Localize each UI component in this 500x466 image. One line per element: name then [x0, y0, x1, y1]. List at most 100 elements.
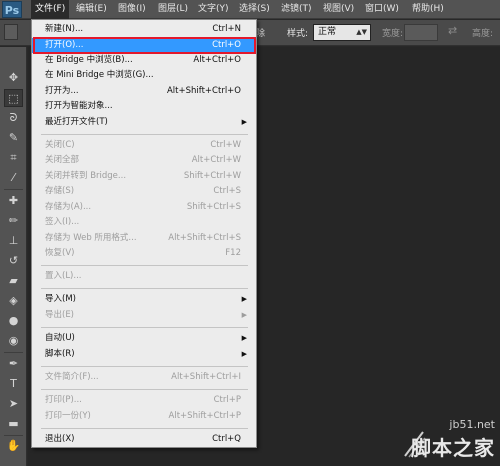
menu-item-label: 打印(P)... — [45, 395, 82, 405]
width-input[interactable] — [404, 24, 438, 41]
menu-item-label: 打印一份(Y) — [45, 411, 91, 421]
menu-item-scripts[interactable]: 脚本(R) ▶ — [32, 347, 256, 362]
antialias-label: 除 — [256, 29, 266, 39]
menu-item-label: 导入(M) — [45, 294, 76, 304]
menu-item-label: 关闭全部 — [45, 155, 80, 165]
file-menu-dropdown: 新建(N)... Ctrl+N 打开(O)... Ctrl+O 在 Bridge… — [31, 19, 257, 448]
clone-stamp-tool-icon[interactable]: ⊥ — [4, 232, 23, 250]
eyedropper-tool-icon[interactable]: ⁄ — [4, 169, 23, 187]
swap-dimensions-icon[interactable]: ⇄ — [448, 24, 457, 37]
menu-item-save-for-web[interactable]: 存储为 Web 所用格式... Alt+Shift+Ctrl+S — [32, 231, 256, 246]
menu-item-shortcut: Alt+Ctrl+W — [191, 155, 241, 165]
blur-tool-icon[interactable]: ● — [4, 312, 23, 330]
menu-item-save-as[interactable]: 存储为(A)... Shift+Ctrl+S — [32, 200, 256, 215]
style-select[interactable]: 正常 ▲▼ — [313, 24, 371, 41]
path-selection-tool-icon[interactable]: ➤ — [4, 395, 23, 413]
submenu-arrow-icon: ▶ — [241, 334, 247, 342]
menu-layer[interactable]: 图层(L) — [154, 0, 192, 19]
menu-item-label: 关闭(C) — [45, 140, 75, 150]
menu-item-label: 在 Bridge 中浏览(B)... — [45, 55, 133, 65]
menu-item-browse-mini-bridge[interactable]: 在 Mini Bridge 中浏览(G)... — [32, 68, 256, 83]
menu-edit[interactable]: 编辑(E) — [72, 0, 111, 19]
menu-divider — [41, 134, 248, 135]
menu-item-label: 关闭并转到 Bridge... — [45, 171, 127, 181]
select-arrow-icon: ▲▼ — [356, 28, 367, 36]
menu-item-open-recent[interactable]: 最近打开文件(T) ▶ — [32, 115, 256, 130]
dodge-tool-icon[interactable]: ◉ — [4, 332, 23, 350]
move-tool-icon[interactable]: ✥ — [4, 69, 23, 87]
brush-tool-icon[interactable]: ✏ — [4, 212, 23, 230]
hand-tool-icon[interactable]: ✋ — [4, 437, 23, 455]
quick-selection-tool-icon[interactable]: ✎ — [4, 129, 23, 147]
type-tool-icon[interactable]: T — [4, 375, 23, 393]
menu-item-revert[interactable]: 恢复(V) F12 — [32, 246, 256, 261]
healing-brush-tool-icon[interactable]: ✚ — [4, 192, 23, 210]
menu-item-label: 存储为(A)... — [45, 202, 92, 212]
style-label: 样式: — [287, 29, 309, 39]
menu-item-export[interactable]: 导出(E) ▶ — [32, 308, 256, 323]
eraser-tool-icon[interactable]: ▰ — [4, 272, 23, 290]
menu-item-open-as-smart-object[interactable]: 打开为智能对象... — [32, 99, 256, 114]
menu-divider — [41, 327, 248, 328]
menu-item-shortcut: Shift+Ctrl+S — [186, 202, 241, 212]
lasso-tool-icon[interactable]: ᘐ — [4, 109, 23, 127]
toolbox: ✥ ⬚ ᘐ ✎ ⌗ ⁄ ✚ ✏ ⊥ ↺ ▰ ◈ ● ◉ ✒ T ➤ ▬ ✋ — [0, 47, 27, 466]
menu-help[interactable]: 帮助(H) — [408, 0, 448, 19]
menu-item-label: 存储(S) — [45, 186, 75, 196]
menu-divider — [41, 265, 248, 266]
menu-item-print-one-copy[interactable]: 打印一份(Y) Alt+Shift+Ctrl+P — [32, 409, 256, 424]
menu-file[interactable]: 文件(F) — [31, 0, 70, 19]
height-label: 高度: — [472, 29, 494, 39]
menu-item-label: 恢复(V) — [45, 248, 75, 258]
menu-divider — [41, 389, 248, 390]
submenu-arrow-icon: ▶ — [241, 295, 247, 303]
menu-item-close-all[interactable]: 关闭全部 Alt+Ctrl+W — [32, 153, 256, 168]
menu-item-shortcut: Ctrl+W — [210, 140, 241, 150]
menu-item-label: 打开为智能对象... — [45, 101, 113, 111]
menu-item-shortcut: Shift+Ctrl+W — [183, 171, 241, 181]
menu-select[interactable]: 选择(S) — [235, 0, 274, 19]
toolbox-divider — [4, 352, 23, 353]
menu-item-check-in[interactable]: 签入(I)... — [32, 215, 256, 230]
menu-window[interactable]: 窗口(W) — [361, 0, 403, 19]
menu-item-exit[interactable]: 退出(X) Ctrl+Q — [32, 432, 256, 447]
crop-tool-icon[interactable]: ⌗ — [4, 149, 23, 167]
menu-filter[interactable]: 滤镜(T) — [277, 0, 316, 19]
submenu-arrow-icon: ▶ — [241, 118, 247, 126]
history-brush-tool-icon[interactable]: ↺ — [4, 252, 23, 270]
tool-preset-picker[interactable] — [4, 24, 18, 40]
menu-divider — [41, 428, 248, 429]
menu-item-import[interactable]: 导入(M) ▶ — [32, 292, 256, 307]
paint-bucket-tool-icon[interactable]: ◈ — [4, 292, 23, 310]
watermark-name: 脚本之家 — [411, 436, 495, 460]
menu-item-save[interactable]: 存储(S) Ctrl+S — [32, 184, 256, 199]
style-select-value: 正常 — [318, 27, 337, 37]
menu-item-browse-bridge[interactable]: 在 Bridge 中浏览(B)... Alt+Ctrl+O — [32, 53, 256, 68]
menu-item-close[interactable]: 关闭(C) Ctrl+W — [32, 138, 256, 153]
menu-item-label: 脚本(R) — [45, 349, 75, 359]
menu-item-label: 在 Mini Bridge 中浏览(G)... — [45, 70, 154, 80]
toolbox-divider — [4, 435, 23, 436]
menu-item-file-info[interactable]: 文件简介(F)... Alt+Shift+Ctrl+I — [32, 370, 256, 385]
width-label: 宽度: — [382, 29, 404, 39]
menu-item-new[interactable]: 新建(N)... Ctrl+N — [32, 22, 256, 37]
menu-item-shortcut: Alt+Shift+Ctrl+I — [171, 372, 241, 382]
menu-item-label: 置入(L)... — [45, 271, 82, 281]
menu-item-automate[interactable]: 自动(U) ▶ — [32, 331, 256, 346]
menu-item-place[interactable]: 置入(L)... — [32, 269, 256, 284]
menu-divider — [41, 366, 248, 367]
menu-item-shortcut: Alt+Shift+Ctrl+O — [166, 86, 241, 96]
menu-item-open-as[interactable]: 打开为... Alt+Shift+Ctrl+O — [32, 84, 256, 99]
menu-item-label: 打开为... — [45, 86, 79, 96]
marquee-tool-icon[interactable]: ⬚ — [4, 89, 23, 107]
menu-item-label: 导出(E) — [45, 310, 75, 320]
menu-type[interactable]: 文字(Y) — [194, 0, 233, 19]
menu-view[interactable]: 视图(V) — [319, 0, 358, 19]
menu-image[interactable]: 图像(I) — [114, 0, 150, 19]
menu-item-close-go-bridge[interactable]: 关闭并转到 Bridge... Shift+Ctrl+W — [32, 169, 256, 184]
menu-item-label: 存储为 Web 所用格式... — [45, 233, 137, 243]
pen-tool-icon[interactable]: ✒ — [4, 355, 23, 373]
menu-item-label: 文件简介(F)... — [45, 372, 99, 382]
menu-item-print[interactable]: 打印(P)... Ctrl+P — [32, 393, 256, 408]
rectangle-tool-icon[interactable]: ▬ — [4, 415, 23, 433]
